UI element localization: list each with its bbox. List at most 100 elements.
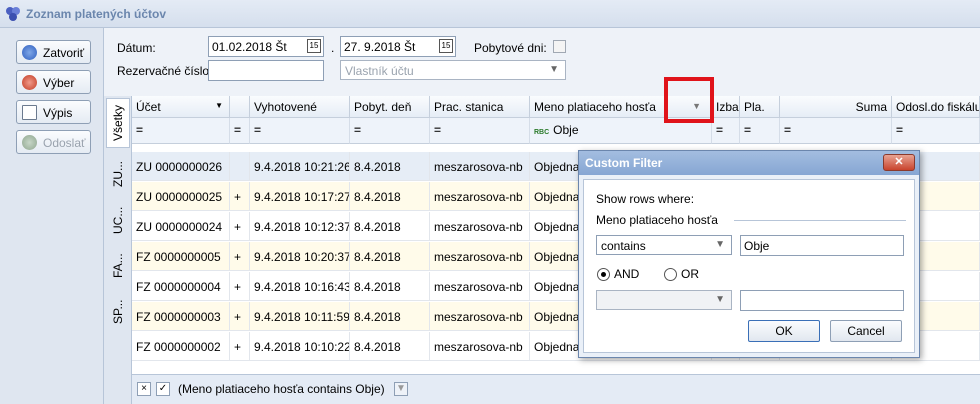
cell-stanica[interactable]: meszarosova-nb <box>430 332 530 361</box>
col-suma[interactable]: Suma <box>780 96 892 118</box>
filter-izba[interactable]: = <box>712 118 740 144</box>
cell-pobyt[interactable]: 8.4.2018 <box>350 242 430 271</box>
filter-pla[interactable]: = <box>740 118 780 144</box>
cell-plus[interactable]: + <box>230 242 250 271</box>
highlight-box <box>664 77 714 123</box>
col-pla[interactable]: Pla. <box>740 96 780 118</box>
cell-plus[interactable]: + <box>230 272 250 301</box>
field-label: Meno platiaceho hosťa <box>596 213 718 227</box>
and-radio[interactable] <box>597 268 610 281</box>
calendar-icon[interactable]: 15 <box>439 39 453 53</box>
cell-ucet[interactable]: ZU 0000000025 <box>132 182 230 211</box>
cell-stanica[interactable]: meszarosova-nb <box>430 302 530 331</box>
divider <box>734 220 906 221</box>
col-pobyt[interactable]: Pobyt. deň <box>350 96 430 118</box>
tab-fa[interactable]: FA... <box>106 246 130 286</box>
filter-vyhotovene[interactable]: = <box>250 118 350 144</box>
cell-vyhotovene[interactable]: 9.4.2018 10:11:59 <box>250 302 350 331</box>
or-radio[interactable] <box>664 268 677 281</box>
col-izba[interactable]: Izba <box>712 96 740 118</box>
filter-ucet[interactable]: = <box>132 118 230 144</box>
tab-strip: Všetky ZU... UC... FA... SP... <box>104 96 132 404</box>
app-icon <box>6 7 20 21</box>
tab-sp[interactable]: SP... <box>106 292 130 332</box>
date-from-input[interactable]: 01.02.2018 Št 15 <box>208 36 324 57</box>
cell-plus[interactable]: + <box>230 332 250 361</box>
cell-ucet[interactable]: FZ 0000000002 <box>132 332 230 361</box>
cell-plus[interactable] <box>230 152 250 181</box>
col-ucet[interactable]: Účet ▼ <box>132 96 230 118</box>
cell-pobyt[interactable]: 8.4.2018 <box>350 272 430 301</box>
print-button[interactable]: Výpis <box>16 100 91 124</box>
stay-days-checkbox[interactable] <box>553 40 566 53</box>
cell-stanica[interactable]: meszarosova-nb <box>430 182 530 211</box>
check-red-icon <box>22 75 37 90</box>
cell-ucet[interactable]: ZU 0000000024 <box>132 212 230 241</box>
title-bar: Zoznam platených účtov <box>0 0 980 28</box>
close-button[interactable]: Zatvoriť <box>16 40 91 64</box>
clear-filter-button[interactable]: × <box>137 382 151 396</box>
ok-button[interactable]: OK <box>748 320 820 342</box>
cell-pobyt[interactable]: 8.4.2018 <box>350 332 430 361</box>
col-odosl[interactable]: Odosl.do fiskálu <box>892 96 980 118</box>
date-to-input[interactable]: 27. 9.2018 Št 15 <box>340 36 456 57</box>
operator2-select[interactable]: ▼ <box>596 290 732 310</box>
value2-input[interactable] <box>740 290 904 311</box>
cell-ucet[interactable]: FZ 0000000004 <box>132 272 230 301</box>
cell-vyhotovene[interactable]: 9.4.2018 10:16:43 <box>250 272 350 301</box>
filter-dropdown-button[interactable]: ▼ <box>394 382 408 396</box>
cell-plus[interactable]: + <box>230 212 250 241</box>
cell-plus[interactable]: + <box>230 182 250 211</box>
filter-enabled-checkbox[interactable]: ✓ <box>156 382 170 396</box>
cell-stanica[interactable]: meszarosova-nb <box>430 152 530 181</box>
cell-stanica[interactable]: meszarosova-nb <box>430 242 530 271</box>
cell-stanica[interactable]: meszarosova-nb <box>430 212 530 241</box>
cell-plus[interactable]: + <box>230 302 250 331</box>
dialog-close-button[interactable]: ✕ <box>883 154 915 171</box>
filter-plus[interactable]: = <box>230 118 250 144</box>
cell-ucet[interactable]: FZ 0000000005 <box>132 242 230 271</box>
filter-footer: × ✓ (Meno platiaceho hosťa contains Obje… <box>132 374 980 404</box>
cell-ucet[interactable]: FZ 0000000003 <box>132 302 230 331</box>
reservation-input[interactable] <box>208 60 324 81</box>
reservation-label: Rezervačné číslo: <box>117 64 213 78</box>
cell-stanica[interactable]: meszarosova-nb <box>430 272 530 301</box>
cell-pobyt[interactable]: 8.4.2018 <box>350 212 430 241</box>
cell-pobyt[interactable]: 8.4.2018 <box>350 152 430 181</box>
cell-vyhotovene[interactable]: 9.4.2018 10:21:26 <box>250 152 350 181</box>
cancel-button[interactable]: Cancel <box>830 320 902 342</box>
filter-pobyt[interactable]: = <box>350 118 430 144</box>
custom-filter-dialog: Custom Filter ✕ Show rows where: Meno pl… <box>578 150 920 358</box>
filter-suma[interactable]: = <box>780 118 892 144</box>
operator1-select[interactable]: contains ▼ <box>596 235 732 255</box>
toolbar: Zatvoriť Výber Výpis Odoslať <box>0 28 104 404</box>
cell-vyhotovene[interactable]: 9.4.2018 10:20:37 <box>250 242 350 271</box>
send-button[interactable]: Odoslať <box>16 130 91 154</box>
tab-zu[interactable]: ZU... <box>106 154 130 194</box>
col-plus[interactable] <box>230 96 250 118</box>
value1-input[interactable]: Obje <box>740 235 904 256</box>
chevron-down-icon: ▼ <box>715 294 725 305</box>
account-owner-select[interactable]: Vlastník účtu ▼ <box>340 60 566 80</box>
cell-ucet[interactable]: ZU 0000000026 <box>132 152 230 181</box>
window-title: Zoznam platených účtov <box>26 7 167 21</box>
cell-pobyt[interactable]: 8.4.2018 <box>350 302 430 331</box>
abc-icon: RBC <box>534 129 550 136</box>
tab-all[interactable]: Všetky <box>106 98 130 148</box>
calendar-icon[interactable]: 15 <box>307 39 321 53</box>
cell-vyhotovene[interactable]: 9.4.2018 10:17:27 <box>250 182 350 211</box>
col-stanica[interactable]: Prac. stanica <box>430 96 530 118</box>
cell-pobyt[interactable]: 8.4.2018 <box>350 182 430 211</box>
cell-vyhotovene[interactable]: 9.4.2018 10:12:37 <box>250 212 350 241</box>
col-vyhotovene[interactable]: Vyhotovené <box>250 96 350 118</box>
filter-odosl[interactable]: = <box>892 118 980 144</box>
document-icon <box>22 105 37 120</box>
filter-stanica[interactable]: = <box>430 118 530 144</box>
send-icon <box>22 135 37 150</box>
tab-uc[interactable]: UC... <box>106 200 130 240</box>
chevron-down-icon: ▼ <box>715 239 725 250</box>
cell-vyhotovene[interactable]: 9.4.2018 10:10:22 <box>250 332 350 361</box>
show-rows-label: Show rows where: <box>596 192 695 206</box>
select-button[interactable]: Výber <box>16 70 91 94</box>
chevron-down-icon: ▼ <box>549 64 559 75</box>
